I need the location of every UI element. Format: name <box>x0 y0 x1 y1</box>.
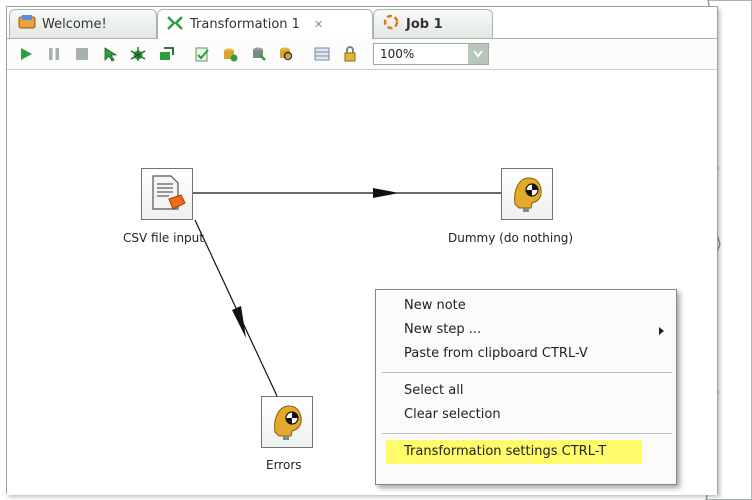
step-dummy[interactable] <box>501 168 553 220</box>
step-label-errors: Errors <box>266 458 302 472</box>
chevron-down-icon[interactable] <box>468 44 488 64</box>
menu-item-new-step-label: New step ... <box>404 322 482 337</box>
menu-item-transformation-settings[interactable]: Transformation settings CTRL-T <box>386 440 642 464</box>
menu-separator <box>382 372 672 373</box>
tab-transformation-1-label: Transformation 1 <box>190 17 300 32</box>
csv-file-input-icon <box>147 173 187 216</box>
debug-icon[interactable] <box>129 45 147 63</box>
transformation-icon <box>166 15 184 35</box>
explore-db-icon[interactable] <box>277 45 295 63</box>
show-results-icon[interactable] <box>313 45 331 63</box>
menu-item-new-step[interactable]: New step ... <box>376 318 676 342</box>
menu-item-paste[interactable]: Paste from clipboard CTRL-V <box>376 342 676 366</box>
hop-arrow-icon <box>373 188 399 198</box>
tab-job-1[interactable]: Job 1 <box>373 9 493 38</box>
menu-item-clear-selection[interactable]: Clear selection <box>376 403 676 427</box>
replay-icon[interactable] <box>157 45 175 63</box>
close-icon[interactable]: ✕ <box>314 18 323 31</box>
step-csv-file-input[interactable] <box>141 168 193 220</box>
welcome-icon <box>18 14 36 34</box>
pause-icon[interactable] <box>45 45 63 63</box>
tab-welcome[interactable]: Welcome! <box>9 9 157 38</box>
preview-icon[interactable] <box>101 45 119 63</box>
run-icon[interactable] <box>17 45 35 63</box>
spoon-window: Welcome! Transformation 1 ✕ Job 1 100% C… <box>6 6 718 495</box>
toolbar: 100% <box>7 38 717 70</box>
lock-icon[interactable] <box>341 45 359 63</box>
step-label-csv: CSV file input <box>123 231 204 245</box>
sql-icon[interactable] <box>249 45 267 63</box>
tab-transformation-1[interactable]: Transformation 1 ✕ <box>157 9 373 39</box>
tab-bar: Welcome! Transformation 1 ✕ Job 1 <box>7 7 717 39</box>
context-menu: New note New step ... Paste from clipboa… <box>375 289 677 485</box>
tab-job-1-label: Job 1 <box>406 16 443 32</box>
impact-icon[interactable] <box>221 45 239 63</box>
zoom-combo[interactable]: 100% <box>373 43 489 65</box>
hop-arrow-icon <box>232 306 246 338</box>
step-errors[interactable] <box>261 396 313 448</box>
verify-icon[interactable] <box>193 45 211 63</box>
zoom-value: 100% <box>380 47 415 61</box>
stop-icon[interactable] <box>73 45 91 63</box>
menu-item-select-all[interactable]: Select all <box>376 379 676 403</box>
dummy-icon <box>267 400 307 445</box>
submenu-arrow-icon <box>659 327 664 335</box>
hop-csv-to-errors <box>194 219 278 397</box>
tab-welcome-label: Welcome! <box>42 16 107 32</box>
job-icon <box>382 14 400 34</box>
dummy-icon <box>507 172 547 217</box>
step-label-dummy: Dummy (do nothing) <box>448 231 574 245</box>
menu-item-new-note[interactable]: New note <box>376 294 676 318</box>
menu-separator <box>382 433 672 434</box>
